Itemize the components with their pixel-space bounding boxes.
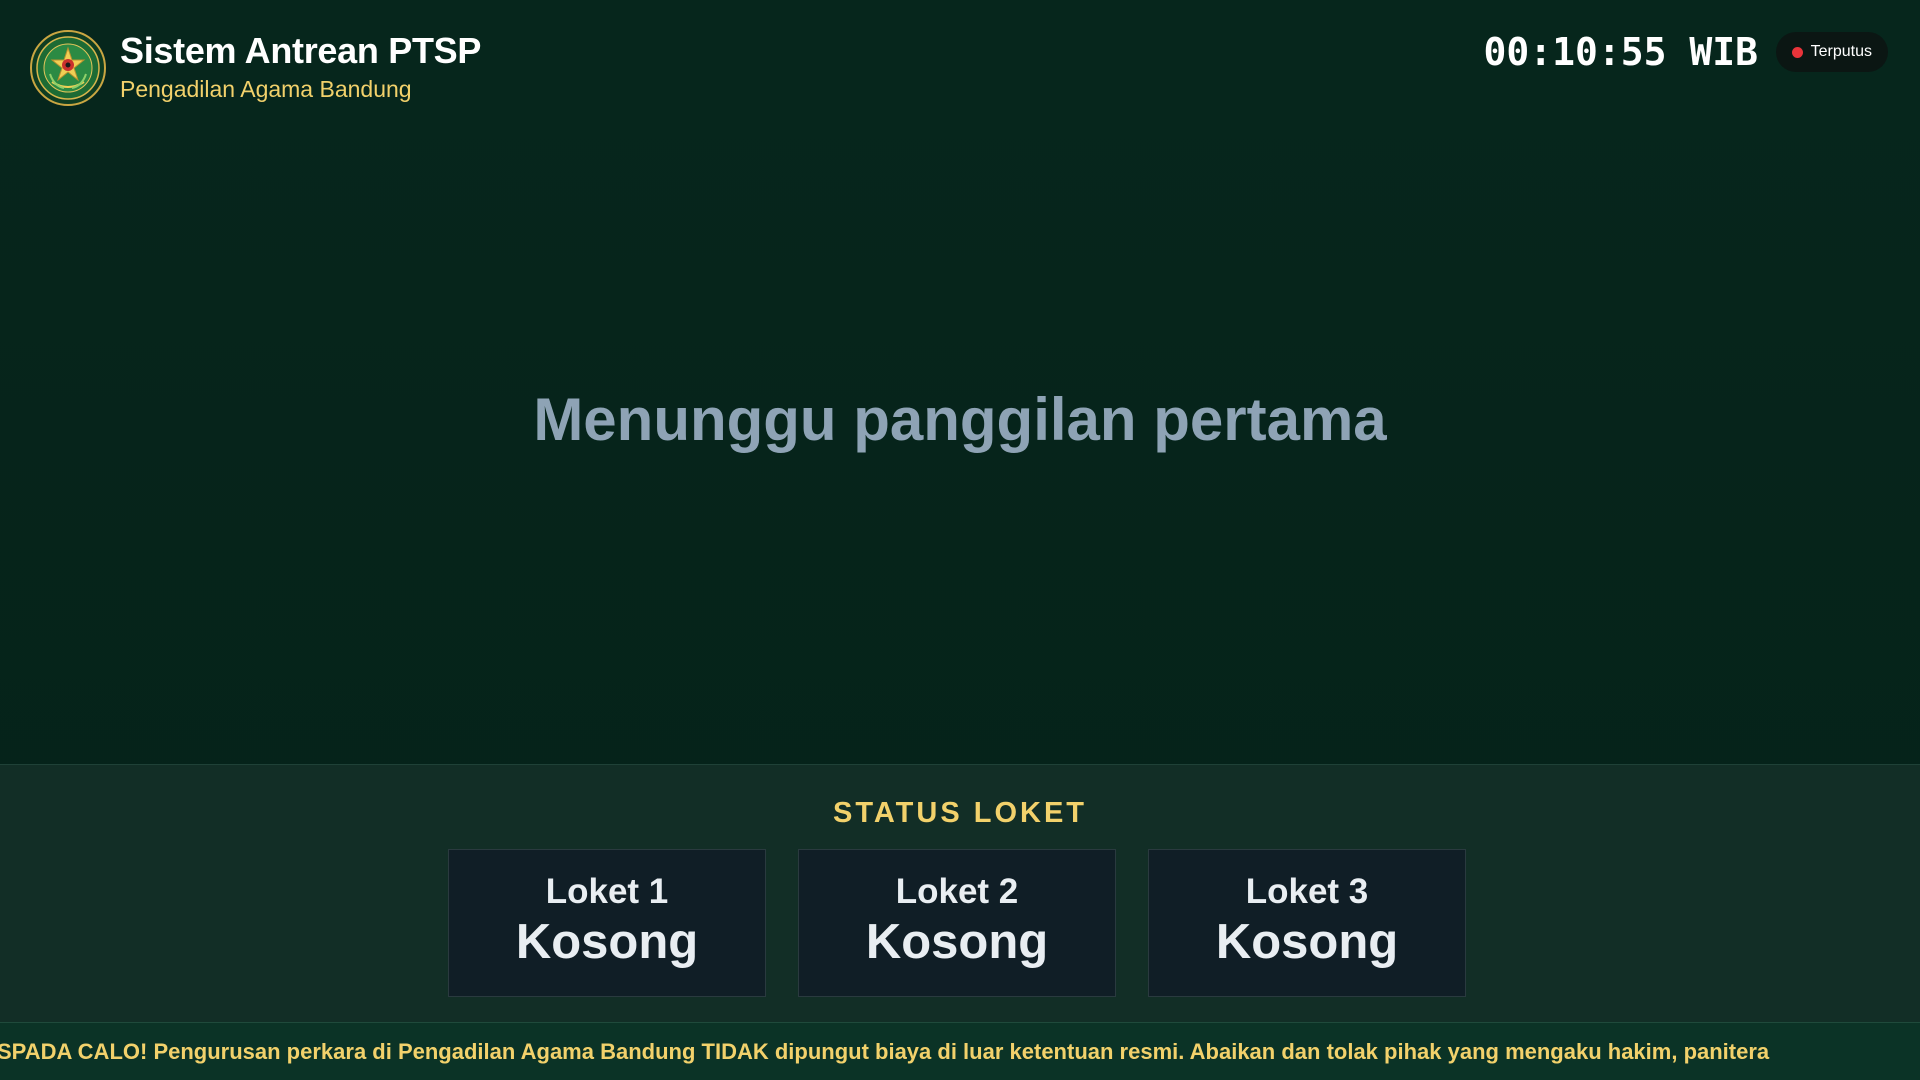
queue-display-page: Sistem Antrean PTSP Pengadilan Agama Ban…	[0, 0, 1920, 1080]
loket-section-heading: STATUS LOKET	[832, 797, 1088, 829]
header: Sistem Antrean PTSP Pengadilan Agama Ban…	[0, 0, 1920, 130]
loket-status: Kosong	[1215, 915, 1399, 969]
app-title: Sistem Antrean PTSP	[120, 30, 482, 71]
court-emblem-icon	[30, 30, 106, 106]
loket-list: Loket 1 Kosong Loket 2 Kosong Loket 3 Ko…	[448, 849, 1466, 997]
connection-status-badge: Terputus	[1775, 32, 1888, 72]
loket-name: Loket 1	[545, 872, 669, 911]
loket-status: Kosong	[515, 915, 699, 969]
waiting-message: Menunggu panggilan pertama	[533, 386, 1387, 453]
title-block: Sistem Antrean PTSP Pengadilan Agama Ban…	[120, 30, 481, 104]
ticker-text: SPADA CALO! Pengurusan perkara di Pengad…	[0, 1039, 1770, 1064]
loket-card-2: Loket 2 Kosong	[798, 849, 1116, 997]
loket-name: Loket 2	[895, 872, 1019, 911]
loket-card-1: Loket 1 Kosong	[448, 849, 766, 997]
app-subtitle: Pengadilan Agama Bandung	[120, 76, 412, 102]
loket-name: Loket 3	[1245, 872, 1369, 911]
loket-status-section: STATUS LOKET Loket 1 Kosong Loket 2 Koso…	[0, 764, 1920, 1023]
connection-status-text: Terputus	[1810, 43, 1872, 60]
clock: 00:10:55 WIB	[1483, 30, 1758, 74]
announcement-ticker: SPADA CALO! Pengurusan perkara di Pengad…	[0, 1022, 1920, 1080]
loket-status: Kosong	[865, 915, 1049, 969]
loket-card-3: Loket 3 Kosong	[1148, 849, 1466, 997]
status-dot-icon	[1791, 46, 1803, 58]
